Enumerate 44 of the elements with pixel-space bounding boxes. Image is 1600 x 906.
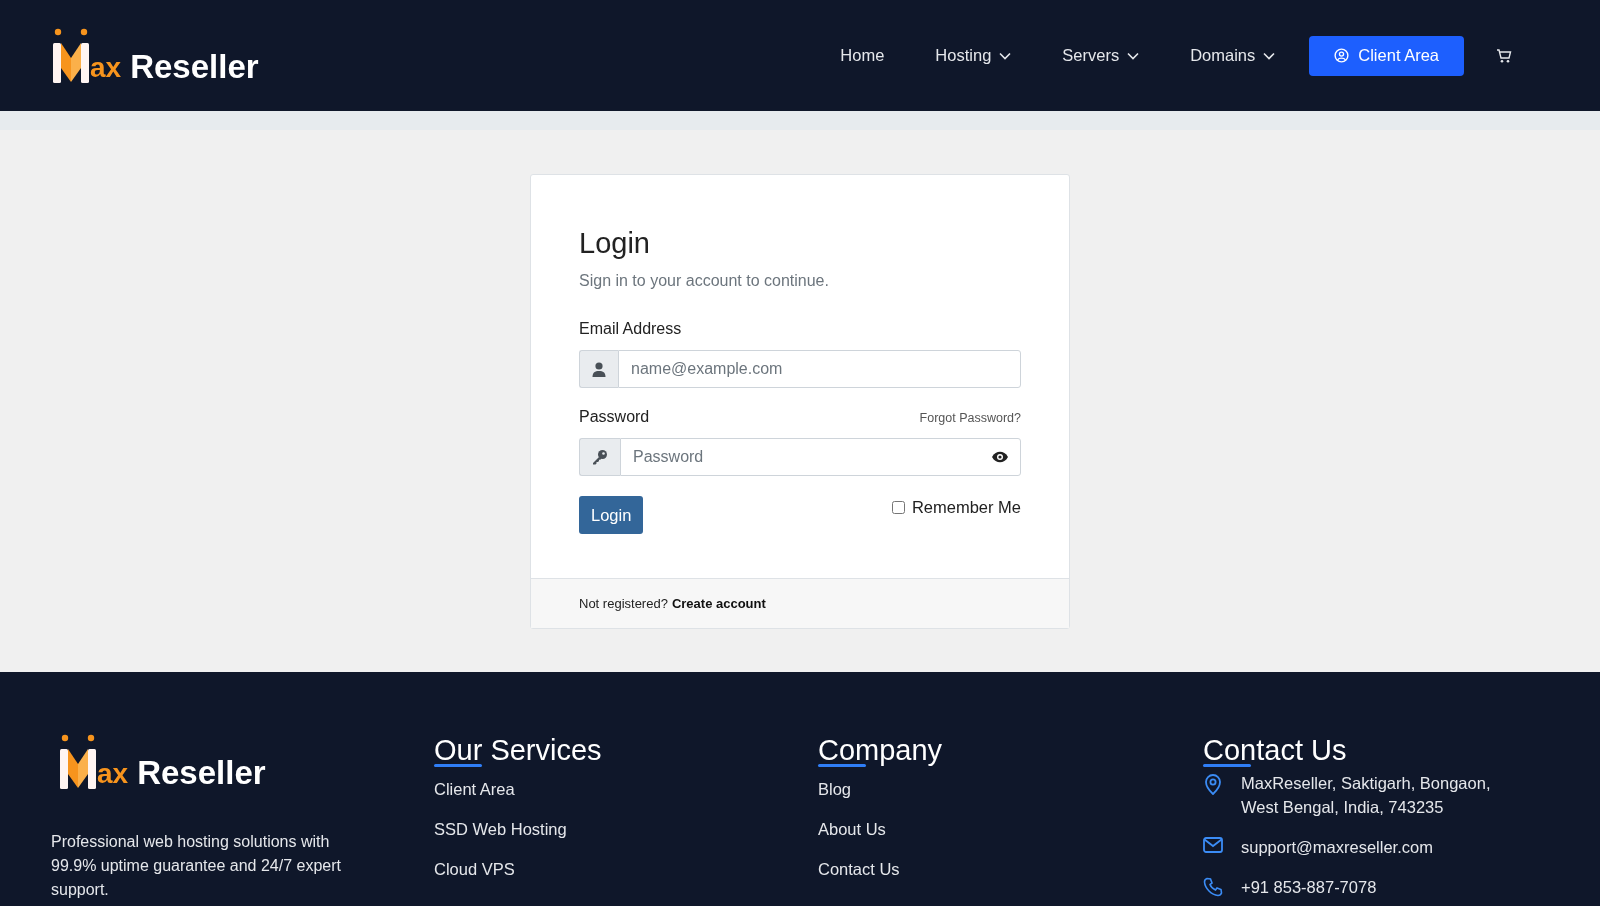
footer-heading: Contact Us [1203, 734, 1600, 767]
email-field[interactable]: name@example.com [618, 350, 1021, 388]
footer-heading: Company [818, 734, 1203, 767]
contact-text: MaxReseller, Saktigarh, Bongaon, West Bengal, India, 743235 [1241, 773, 1492, 818]
nav-link[interactable]: Domains [1190, 46, 1276, 65]
password-label: Password [579, 408, 650, 426]
footer-link[interactable]: About Us [818, 809, 1203, 849]
cart-icon[interactable] [1496, 47, 1512, 64]
footer-link[interactable]: Client Area [434, 769, 818, 809]
create-account-link[interactable]: Create account [671, 596, 766, 611]
logo-text: Reseller [137, 756, 266, 789]
forgot-password-link[interactable]: Forgot Password? [919, 411, 1021, 425]
eye-icon[interactable] [991, 451, 1009, 463]
logo-mark-icon [59, 734, 97, 790]
footer-link[interactable]: Cloud VPS [434, 849, 818, 889]
login-subtitle: Sign in to your account to continue. [579, 272, 830, 290]
login-button[interactable]: Login [579, 496, 644, 534]
register-prompt: Not registered? [579, 596, 668, 611]
client-area-button[interactable]: Client Area [1309, 35, 1464, 76]
nav-link[interactable]: Hosting [935, 46, 1012, 65]
logo-text[interactable]: ax [90, 53, 122, 82]
footer-link[interactable]: SSD Web Hosting [434, 809, 818, 849]
phone-icon [1203, 877, 1223, 897]
password-field[interactable]: Password [620, 438, 1021, 476]
contact-text: support@maxreseller.com [1241, 837, 1434, 858]
logo-text: ax [97, 760, 129, 788]
remember-label: Remember Me [911, 498, 1021, 517]
nav-link[interactable]: Servers [1062, 46, 1140, 65]
logo-text[interactable]: Reseller [130, 49, 259, 83]
login-title: Login [579, 227, 651, 260]
footer-description: Professional web hosting solutions with 99.9% uptime guarantee and 24/7 expert support. [51, 832, 342, 900]
location-pin-icon [1203, 773, 1223, 795]
remember-checkbox[interactable] [891, 501, 905, 514]
user-circle-icon [1334, 48, 1350, 63]
email-label: Email Address [579, 320, 683, 338]
key-icon [579, 438, 620, 476]
footer-link[interactable]: Contact Us [818, 849, 1203, 889]
nav-link[interactable]: Home [840, 46, 885, 65]
footer-heading: Our Services [434, 734, 818, 767]
footer-link[interactable]: Blog [818, 769, 1203, 809]
contact-text: +91 853-887-7078 [1241, 877, 1378, 898]
envelope-icon [1203, 837, 1223, 853]
user-icon [579, 350, 618, 388]
logo-mark-icon[interactable] [52, 27, 90, 84]
